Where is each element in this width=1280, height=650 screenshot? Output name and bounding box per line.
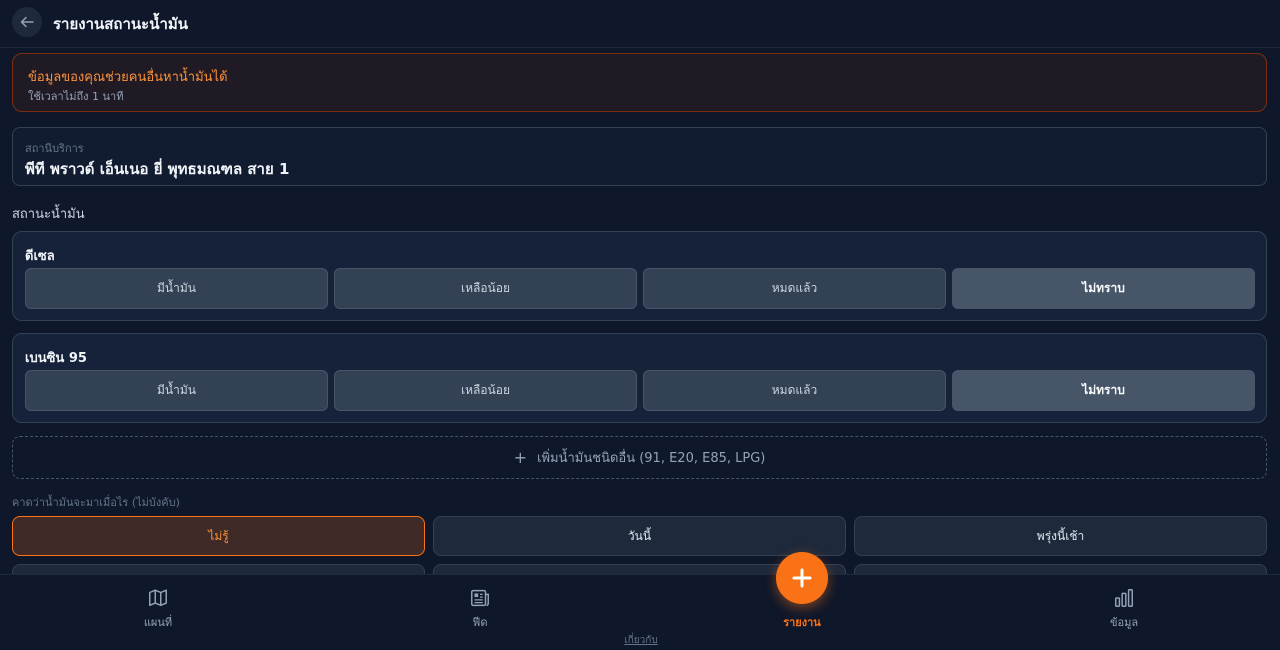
fuel-name: เบนซิน 95 [25,351,87,366]
fuel-card-diesel: ดีเซล มีน้ำมัน เหลือน้อย หมดแล้ว ไม่ทราบ [12,231,1267,321]
nav-item-data[interactable]: ข้อมูล [1064,587,1184,632]
nav-label: รายงาน [783,616,821,629]
station-field[interactable]: สถานีบริการ พีที พราวด์ เอ็นเนอ ยี่ พุทธ… [12,127,1267,186]
add-fuel-button[interactable]: + เพิ่มน้ำมันชนิดอื่น (91, E20, E85, LPG… [12,436,1267,479]
option-empty[interactable]: หมดแล้ว [643,370,946,411]
fuel-options: มีน้ำมัน เหลือน้อย หมดแล้ว ไม่ทราบ [25,268,1256,309]
plus-icon: + [513,448,528,467]
option-unknown[interactable]: ไม่ทราบ [952,370,1255,411]
eta-option-tomorrow-morning[interactable]: พรุ่งนี้เช้า [854,516,1267,556]
option-available[interactable]: มีน้ำมัน [25,268,328,309]
nav-label: ฟีด [472,616,488,629]
bar-chart-icon [1115,589,1133,607]
option-empty[interactable]: หมดแล้ว [643,268,946,309]
add-fuel-label: เพิ่มน้ำมันชนิดอื่น (91, E20, E85, LPG) [537,451,766,466]
nav-label: ข้อมูล [1109,616,1139,629]
eta-option-unknown[interactable]: ไม่รู้ [12,516,425,556]
eta-label: คาดว่าน้ำมันจะมาเมื่อไร (ไม่บังคับ) [12,496,180,509]
option-available[interactable]: มีน้ำมัน [25,370,328,411]
top-bar: รายงานสถานะน้ำมัน [0,0,1280,48]
map-icon [149,589,167,607]
page-title: รายงานสถานะน้ำมัน [53,15,189,33]
plus-icon [792,568,812,588]
banner-subtitle: ใช้เวลาไม่ถึง 1 นาที [28,90,124,103]
report-fab-button[interactable] [776,552,828,604]
fuel-options: มีน้ำมัน เหลือน้อย หมดแล้ว ไม่ทราบ [25,370,1256,411]
back-button[interactable] [12,7,42,37]
banner-title: ข้อมูลของคุณช่วยคนอื่นหาน้ำมันได้ [28,70,228,85]
arrow-left-icon [20,16,34,28]
option-unknown[interactable]: ไม่ทราบ [952,268,1255,309]
option-low[interactable]: เหลือน้อย [334,268,637,309]
nav-label: แผนที่ [143,616,173,629]
about-link[interactable]: เกี่ยวกับ [610,633,672,648]
fuel-status-heading: สถานะน้ำมัน [12,207,85,222]
newspaper-icon [471,589,489,607]
option-low[interactable]: เหลือน้อย [334,370,637,411]
info-banner: ข้อมูลของคุณช่วยคนอื่นหาน้ำมันได้ ใช้เวล… [12,53,1267,112]
fuel-name: ดีเซล [25,249,55,264]
fuel-card-benzine-95: เบนซิน 95 มีน้ำมัน เหลือน้อย หมดแล้ว ไม่… [12,333,1267,423]
station-label: สถานีบริการ [25,142,84,155]
nav-item-map[interactable]: แผนที่ [98,587,218,632]
eta-option-today[interactable]: วันนี้ [433,516,846,556]
nav-item-feed[interactable]: ฟีด [420,587,540,632]
station-value: พีที พราวด์ เอ็นเนอ ยี่ พุทธมณฑล สาย 1 [25,160,290,178]
